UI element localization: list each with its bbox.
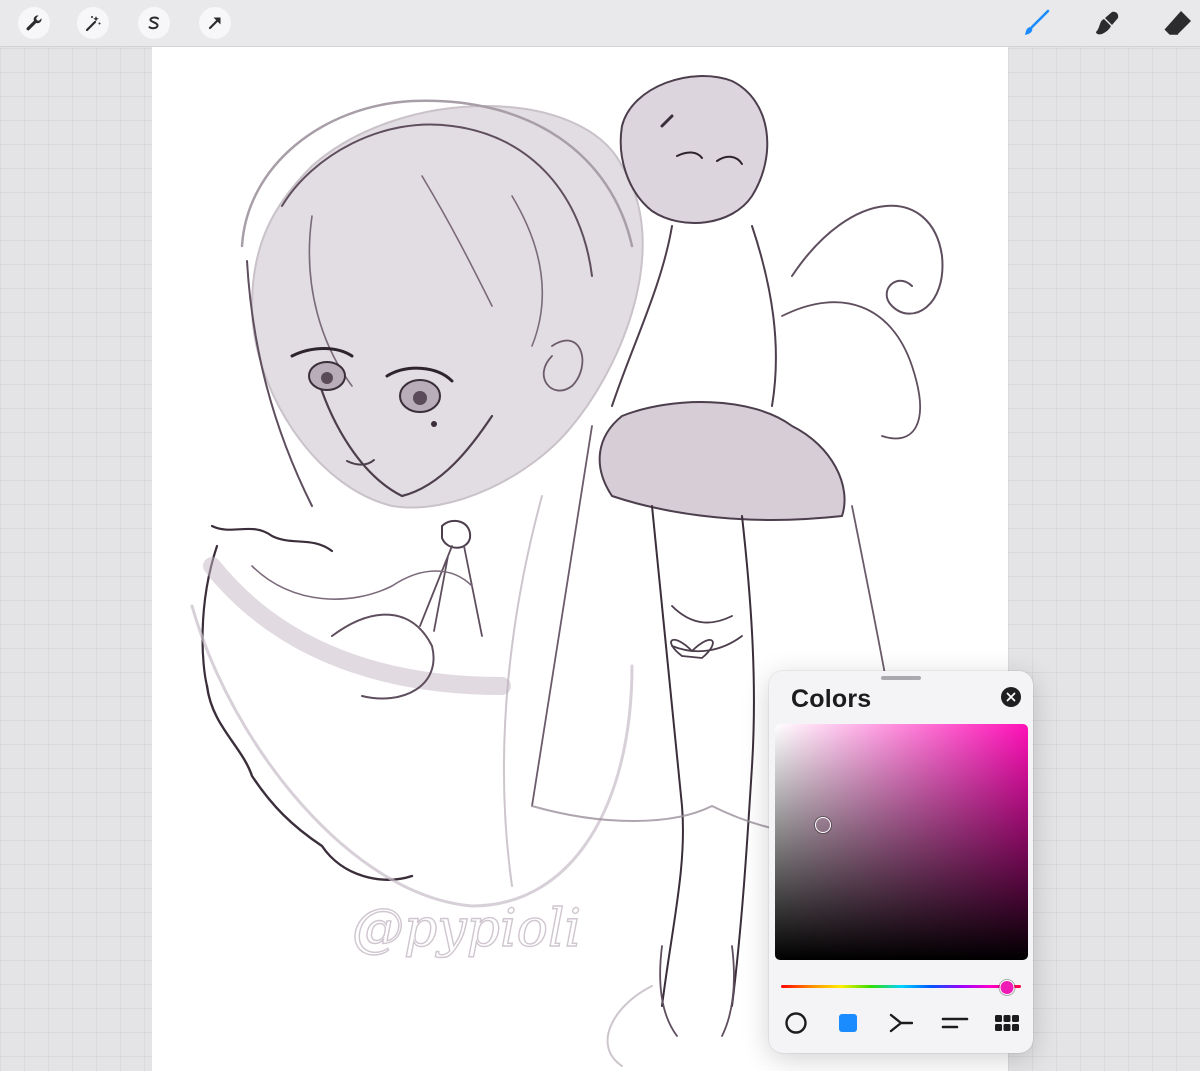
tab-value[interactable] [940,1008,970,1038]
colors-panel-title: Colors [791,685,872,713]
tab-palettes[interactable] [992,1008,1022,1038]
color-picker-knob[interactable] [815,817,832,834]
hue-slider-knob[interactable] [999,980,1015,995]
tab-classic[interactable] [833,1008,863,1038]
wrench-icon [26,15,42,31]
palettes-grid-icon [995,1015,1019,1031]
tab-harmony[interactable] [886,1008,916,1038]
harmony-icon [889,1013,913,1033]
eraser-icon [1164,11,1191,35]
arrow-cursor-icon [208,17,221,30]
tab-disc[interactable] [781,1008,811,1038]
close-button[interactable] [1001,687,1021,707]
value-sliders-icon [941,1017,969,1029]
brush-icon [1025,9,1050,35]
classic-square-icon [839,1014,857,1032]
magic-wand-icon [85,16,101,32]
saturation-brightness-picker[interactable] [775,724,1028,960]
selection-s-icon [148,16,159,30]
actions-button[interactable] [18,7,50,39]
watermark-text: @pypioli [352,899,581,959]
eraser-button[interactable] [1160,5,1196,41]
adjustments-button[interactable] [77,7,109,39]
selection-button[interactable] [138,7,170,39]
top-toolbar [0,0,1200,47]
close-icon [1006,692,1016,702]
color-mode-tabs [769,1008,1033,1038]
paint-brush-button[interactable] [1018,5,1054,41]
panel-grabber[interactable] [881,676,921,680]
disc-icon [785,1012,807,1034]
transform-button[interactable] [199,7,231,39]
hue-slider[interactable] [781,980,1021,995]
smudge-icon [1096,11,1119,35]
smudge-button[interactable] [1089,5,1125,41]
colors-panel: Colors [769,671,1033,1053]
